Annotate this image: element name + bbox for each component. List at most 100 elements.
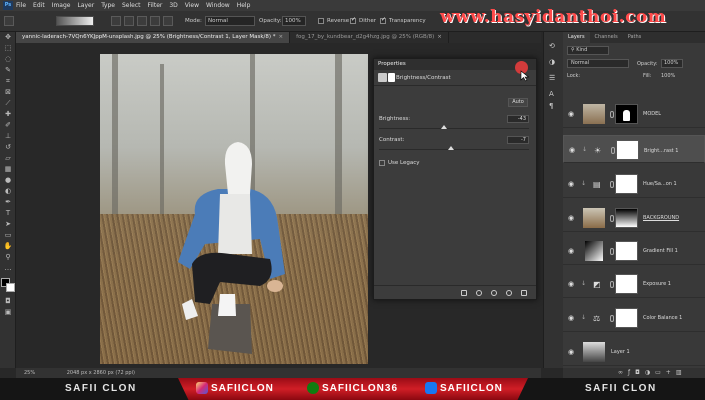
reflected-gradient-icon[interactable] bbox=[150, 16, 160, 26]
layer-mask-thumbnail[interactable] bbox=[615, 308, 638, 328]
background-color-swatch[interactable] bbox=[6, 283, 15, 292]
layer-row-background[interactable]: ◉ BACKGROUND bbox=[563, 204, 705, 232]
visibility-eye-icon[interactable]: ◉ bbox=[568, 180, 576, 188]
photoshop-logo-icon[interactable]: Ps bbox=[3, 1, 13, 10]
properties-panel-icon[interactable]: ☰ bbox=[549, 74, 559, 83]
mask-link-icon[interactable] bbox=[611, 147, 615, 154]
layer-row-model[interactable]: ◉ MODEL bbox=[563, 100, 705, 128]
layer-name[interactable]: Gradient Fill 1 bbox=[643, 248, 678, 254]
brightness-adjustment-icon[interactable]: ☀ bbox=[594, 146, 604, 156]
brush-tool-icon[interactable]: ✐ bbox=[0, 120, 16, 131]
opacity-field[interactable]: 100% bbox=[282, 16, 306, 26]
visibility-eye-icon[interactable]: ◉ bbox=[568, 247, 576, 255]
layer-mask-icon[interactable] bbox=[388, 73, 395, 82]
mode-select[interactable]: Normal bbox=[205, 16, 255, 26]
menu-select[interactable]: Select bbox=[122, 2, 141, 9]
quick-mask-icon[interactable]: ◘ bbox=[0, 296, 16, 307]
reverse-checkbox[interactable] bbox=[318, 18, 324, 24]
tab-yannic-document[interactable]: yannic-laderach-7VQn6YKJppM-unsplash.jpg… bbox=[16, 32, 291, 43]
menu-help[interactable]: Help bbox=[237, 2, 251, 9]
new-adjustment-icon[interactable]: ◑ bbox=[645, 369, 655, 376]
layer-name[interactable]: Bright...rast 1 bbox=[644, 147, 678, 155]
linear-gradient-icon[interactable] bbox=[111, 16, 121, 26]
mask-link-icon[interactable] bbox=[610, 315, 614, 322]
more-tools-icon[interactable]: … bbox=[0, 263, 16, 274]
blend-mode-select[interactable]: Normal bbox=[567, 59, 629, 68]
mask-link-icon[interactable] bbox=[610, 111, 614, 118]
layer-row-layer-1[interactable]: ◉ Layer 1 bbox=[563, 338, 705, 366]
add-mask-icon[interactable]: ◘ bbox=[635, 369, 645, 376]
healing-brush-tool-icon[interactable]: ✚ bbox=[0, 109, 16, 120]
fill-value[interactable]: 100% bbox=[661, 73, 675, 79]
marquee-tool-icon[interactable]: ⬚ bbox=[0, 43, 16, 54]
brightness-slider[interactable] bbox=[379, 125, 529, 129]
crop-tool-icon[interactable]: ⌗ bbox=[0, 76, 16, 87]
color-balance-icon[interactable]: ⚖ bbox=[593, 314, 603, 324]
layer-name[interactable]: Hue/Sa...on 1 bbox=[643, 181, 677, 187]
toggle-visibility-icon[interactable] bbox=[506, 290, 512, 296]
contrast-value-field[interactable]: -7 bbox=[507, 136, 529, 144]
menu-view[interactable]: View bbox=[185, 2, 199, 9]
lasso-tool-icon[interactable]: ◌ bbox=[0, 54, 16, 65]
layer-mask-thumbnail[interactable] bbox=[615, 241, 638, 261]
hue-saturation-icon[interactable]: ▤ bbox=[593, 180, 603, 190]
menu-layer[interactable]: Layer bbox=[77, 2, 94, 9]
brightness-slider-thumb[interactable] bbox=[440, 125, 447, 129]
new-layer-icon[interactable]: + bbox=[666, 369, 676, 376]
close-tab-icon[interactable]: × bbox=[437, 34, 442, 40]
zoom-tool-icon[interactable]: ⚲ bbox=[0, 252, 16, 263]
visibility-eye-icon[interactable]: ◉ bbox=[569, 146, 577, 154]
visibility-eye-icon[interactable]: ◉ bbox=[568, 314, 576, 322]
paragraph-panel-icon[interactable]: ¶ bbox=[549, 102, 559, 111]
layer-mask-thumbnail[interactable] bbox=[616, 140, 639, 160]
path-select-tool-icon[interactable]: ➤ bbox=[0, 219, 16, 230]
delete-layer-icon[interactable]: ▥ bbox=[676, 369, 687, 376]
history-brush-tool-icon[interactable]: ↺ bbox=[0, 142, 16, 153]
use-legacy-checkbox[interactable] bbox=[379, 160, 385, 166]
history-panel-icon[interactable]: ⟲ bbox=[549, 42, 559, 51]
brightness-adjustment-icon[interactable] bbox=[378, 73, 387, 82]
menu-window[interactable]: Window bbox=[206, 2, 230, 9]
menu-file[interactable]: File bbox=[16, 2, 26, 9]
tab-paths[interactable]: Paths bbox=[623, 32, 647, 43]
eyedropper-tool-icon[interactable]: ⟋ bbox=[0, 98, 16, 109]
layer-row-gradient-fill[interactable]: ◉ Gradient Fill 1 bbox=[563, 237, 705, 265]
delete-adjustment-icon[interactable] bbox=[521, 290, 527, 296]
document-image[interactable] bbox=[100, 54, 368, 364]
layer-name[interactable]: MODEL bbox=[643, 111, 661, 117]
mask-link-icon[interactable] bbox=[610, 181, 614, 188]
link-layers-icon[interactable]: ∞ bbox=[618, 369, 628, 376]
layer-row-exposure[interactable]: ◉ ↓ ◩ Exposure 1 bbox=[563, 270, 705, 298]
brightness-value-field[interactable]: -43 bbox=[507, 115, 529, 123]
tab-layers[interactable]: Layers bbox=[563, 32, 590, 43]
view-previous-state-icon[interactable] bbox=[476, 290, 482, 296]
gradient-tool-preset-icon[interactable] bbox=[4, 16, 14, 26]
visibility-eye-icon[interactable]: ◉ bbox=[568, 280, 576, 288]
layer-opacity-field[interactable]: 100% bbox=[661, 59, 683, 68]
exposure-icon[interactable]: ◩ bbox=[593, 280, 603, 290]
move-tool-icon[interactable]: ✥ bbox=[0, 32, 16, 43]
frame-tool-icon[interactable]: ⊠ bbox=[0, 87, 16, 98]
tab-fog-document[interactable]: fog_17_by_kundbear_d2g4hzg.jpg @ 25% (RG… bbox=[290, 32, 449, 43]
zoom-readout[interactable]: 25% bbox=[24, 370, 35, 376]
clone-stamp-tool-icon[interactable]: ⊥ bbox=[0, 131, 16, 142]
quick-select-tool-icon[interactable]: ✎ bbox=[0, 65, 16, 76]
layer-mask-thumbnail[interactable] bbox=[615, 208, 638, 228]
contrast-slider[interactable] bbox=[379, 146, 529, 150]
color-swatches[interactable] bbox=[1, 278, 15, 292]
mask-link-icon[interactable] bbox=[610, 215, 614, 222]
layer-name[interactable]: Color Balance 1 bbox=[643, 315, 682, 321]
layer-mask-thumbnail[interactable] bbox=[615, 104, 638, 124]
angle-gradient-icon[interactable] bbox=[137, 16, 147, 26]
type-tool-icon[interactable]: T bbox=[0, 208, 16, 219]
screen-mode-icon[interactable]: ▣ bbox=[0, 307, 16, 318]
eraser-tool-icon[interactable]: ▱ bbox=[0, 153, 16, 164]
visibility-eye-icon[interactable]: ◉ bbox=[568, 214, 576, 222]
menu-image[interactable]: Image bbox=[52, 2, 71, 9]
close-tab-icon[interactable]: × bbox=[279, 34, 284, 40]
dither-checkbox[interactable] bbox=[350, 16, 356, 24]
menu-3d[interactable]: 3D bbox=[169, 2, 177, 9]
blur-tool-icon[interactable]: ● bbox=[0, 175, 16, 186]
diamond-gradient-icon[interactable] bbox=[163, 16, 173, 26]
layer-name[interactable]: BACKGROUND bbox=[643, 215, 679, 221]
